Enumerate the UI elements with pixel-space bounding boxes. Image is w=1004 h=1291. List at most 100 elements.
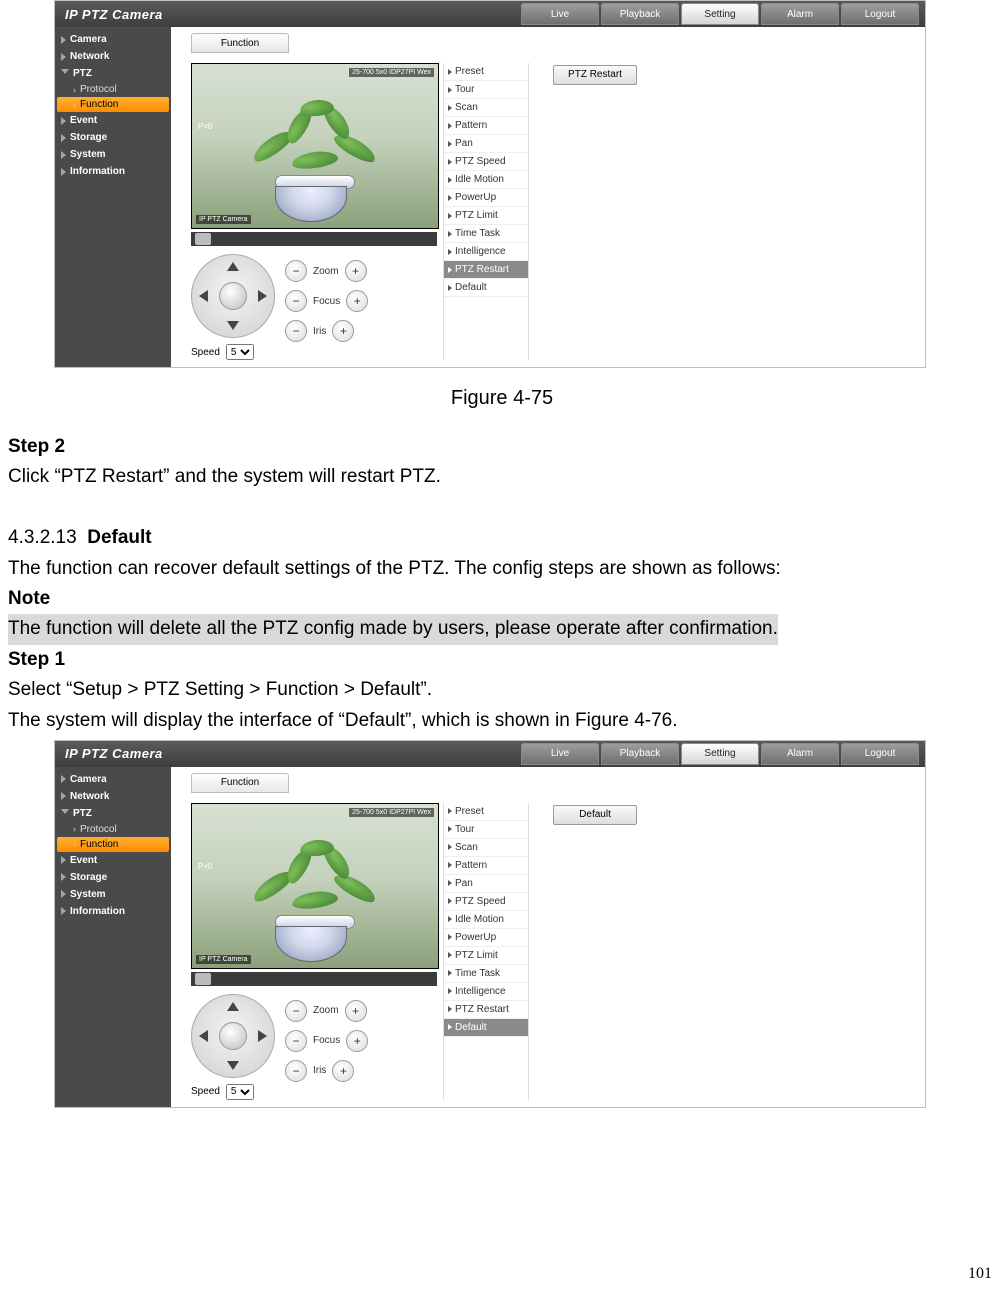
func-pan[interactable]: Pan — [444, 135, 528, 153]
func-intelligence[interactable]: Intelligence — [444, 243, 528, 261]
dpad-up-icon[interactable] — [227, 1002, 239, 1011]
func-ptz-speed[interactable]: PTZ Speed — [444, 153, 528, 171]
func-ptz-limit[interactable]: PTZ Limit — [444, 207, 528, 225]
focus-out-button[interactable]: − — [285, 290, 307, 312]
func-powerup[interactable]: PowerUp — [444, 929, 528, 947]
sidebar-item-information[interactable]: Information — [55, 903, 171, 920]
func-pan[interactable]: Pan — [444, 875, 528, 893]
step-text: Click “PTZ Restart” and the system will … — [8, 462, 996, 492]
func-ptz-limit[interactable]: PTZ Limit — [444, 947, 528, 965]
func-idle-motion[interactable]: Idle Motion — [444, 171, 528, 189]
func-preset[interactable]: Preset — [444, 803, 528, 821]
func-tour[interactable]: Tour — [444, 821, 528, 839]
func-ptz-restart[interactable]: PTZ Restart — [444, 1001, 528, 1019]
tab-live[interactable]: Live — [521, 3, 599, 25]
sidebar-sub-function[interactable]: ›Function — [57, 837, 169, 852]
func-intelligence[interactable]: Intelligence — [444, 983, 528, 1001]
func-default[interactable]: Default — [444, 279, 528, 297]
chevron-right-icon — [61, 151, 66, 159]
chevron-right-icon — [61, 53, 66, 61]
sidebar-item-network[interactable]: Network — [55, 788, 171, 805]
dpad-right-icon[interactable] — [258, 290, 267, 302]
sidebar-item-storage[interactable]: Storage — [55, 129, 171, 146]
dpad-left-icon[interactable] — [199, 290, 208, 302]
chevron-right-icon — [61, 890, 66, 898]
zoom-out-button[interactable]: − — [285, 260, 307, 282]
func-default[interactable]: Default — [444, 1019, 528, 1037]
func-powerup[interactable]: PowerUp — [444, 189, 528, 207]
dpad-left-icon[interactable] — [199, 1030, 208, 1042]
iris-open-button[interactable]: + — [332, 1060, 354, 1082]
tab-setting[interactable]: Setting — [681, 743, 759, 765]
zoom-in-button[interactable]: + — [345, 1000, 367, 1022]
func-pattern[interactable]: Pattern — [444, 117, 528, 135]
func-pattern[interactable]: Pattern — [444, 857, 528, 875]
page-tab-function[interactable]: Function — [191, 33, 289, 53]
sidebar-item-ptz[interactable]: PTZ — [55, 805, 171, 822]
main-panel: Function 25-700 5x0 IDP27PI Wex P×0 IP P… — [171, 27, 925, 367]
chevron-right-icon: › — [73, 85, 76, 95]
sidebar: Camera Network PTZ ›Protocol ›Function E… — [55, 767, 171, 1107]
dpad-center[interactable] — [219, 282, 247, 310]
dpad-up-icon[interactable] — [227, 262, 239, 271]
func-preset[interactable]: Preset — [444, 63, 528, 81]
focus-label: Focus — [313, 1035, 340, 1046]
chevron-right-icon — [448, 898, 452, 904]
sidebar-item-system[interactable]: System — [55, 886, 171, 903]
sidebar-item-network[interactable]: Network — [55, 48, 171, 65]
page-tab-function[interactable]: Function — [191, 773, 289, 793]
tab-setting[interactable]: Setting — [681, 3, 759, 25]
speed-select[interactable]: 5 — [226, 344, 254, 360]
fullscreen-icon[interactable] — [195, 973, 211, 985]
zoom-out-button[interactable]: − — [285, 1000, 307, 1022]
chevron-right-icon — [61, 168, 66, 176]
focus-out-button[interactable]: − — [285, 1030, 307, 1052]
func-time-task[interactable]: Time Task — [444, 225, 528, 243]
func-ptz-speed[interactable]: PTZ Speed — [444, 893, 528, 911]
tab-alarm[interactable]: Alarm — [761, 743, 839, 765]
speed-select[interactable]: 5 — [226, 1084, 254, 1100]
iris-open-button[interactable]: + — [332, 320, 354, 342]
tab-playback[interactable]: Playback — [601, 743, 679, 765]
sidebar-item-event[interactable]: Event — [55, 852, 171, 869]
dpad-center[interactable] — [219, 1022, 247, 1050]
func-scan[interactable]: Scan — [444, 99, 528, 117]
dpad-down-icon[interactable] — [227, 321, 239, 330]
func-tour[interactable]: Tour — [444, 81, 528, 99]
ptz-controls: Speed 5 −Zoom+ −Focus+ −Iris+ — [191, 994, 437, 1100]
sidebar-item-information[interactable]: Information — [55, 163, 171, 180]
zoom-in-button[interactable]: + — [345, 260, 367, 282]
func-idle-motion[interactable]: Idle Motion — [444, 911, 528, 929]
fullscreen-icon[interactable] — [195, 233, 211, 245]
sidebar-item-system[interactable]: System — [55, 146, 171, 163]
func-scan[interactable]: Scan — [444, 839, 528, 857]
tab-alarm[interactable]: Alarm — [761, 3, 839, 25]
func-ptz-restart[interactable]: PTZ Restart — [444, 261, 528, 279]
dpad-down-icon[interactable] — [227, 1061, 239, 1070]
tab-live[interactable]: Live — [521, 743, 599, 765]
sidebar-sub-function[interactable]: ›Function — [57, 97, 169, 112]
chevron-right-icon: › — [73, 839, 76, 849]
focus-in-button[interactable]: + — [346, 290, 368, 312]
dpad-right-icon[interactable] — [258, 1030, 267, 1042]
iris-close-button[interactable]: − — [285, 320, 307, 342]
focus-in-button[interactable]: + — [346, 1030, 368, 1052]
chevron-right-icon — [61, 775, 66, 783]
sidebar-item-camera[interactable]: Camera — [55, 771, 171, 788]
sidebar-item-event[interactable]: Event — [55, 112, 171, 129]
sidebar-sub-protocol[interactable]: ›Protocol — [55, 82, 171, 97]
tab-playback[interactable]: Playback — [601, 3, 679, 25]
tab-logout[interactable]: Logout — [841, 743, 919, 765]
sidebar-label: Network — [70, 791, 109, 802]
sidebar-item-camera[interactable]: Camera — [55, 31, 171, 48]
sidebar-label: Information — [70, 166, 125, 177]
sidebar-sub-protocol[interactable]: ›Protocol — [55, 822, 171, 837]
sidebar-item-storage[interactable]: Storage — [55, 869, 171, 886]
func-time-task[interactable]: Time Task — [444, 965, 528, 983]
tab-logout[interactable]: Logout — [841, 3, 919, 25]
ptz-restart-button[interactable]: PTZ Restart — [553, 65, 637, 85]
sidebar-item-ptz[interactable]: PTZ — [55, 65, 171, 82]
chevron-right-icon — [61, 907, 66, 915]
default-button[interactable]: Default — [553, 805, 637, 825]
iris-close-button[interactable]: − — [285, 1060, 307, 1082]
